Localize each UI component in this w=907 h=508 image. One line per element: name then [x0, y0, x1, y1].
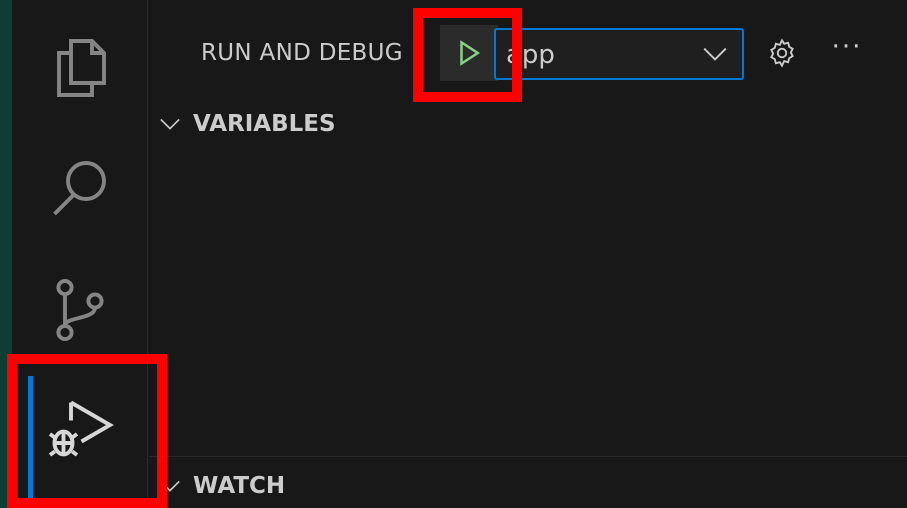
chevron-down-icon: [160, 118, 180, 130]
variables-section-header[interactable]: VARIABLES: [159, 106, 336, 142]
activity-explorer[interactable]: [12, 10, 148, 126]
open-launch-json-button[interactable]: [765, 36, 799, 70]
launch-config-select[interactable]: app: [494, 28, 744, 80]
files-icon: [57, 39, 106, 97]
chevron-down-icon: [703, 47, 727, 61]
highlight-box-run-button: [413, 8, 522, 102]
activity-source-control[interactable]: [12, 252, 148, 368]
more-actions-button[interactable]: ···: [827, 30, 867, 70]
watch-section-header[interactable]: WATCH: [159, 468, 285, 504]
watch-section-label: WATCH: [193, 473, 286, 499]
gear-icon: [770, 38, 794, 68]
activity-search[interactable]: [12, 132, 148, 248]
run-and-debug-panel: RUN AND DEBUG app ··· VARIABLES WATCH: [149, 0, 907, 508]
highlight-box-run-debug-activity: [7, 354, 167, 508]
variables-section-label: VARIABLES: [193, 111, 336, 137]
search-icon: [53, 161, 106, 216]
panel-title: RUN AND DEBUG: [201, 40, 403, 66]
section-divider: [149, 456, 907, 457]
source-control-icon: [56, 278, 104, 342]
